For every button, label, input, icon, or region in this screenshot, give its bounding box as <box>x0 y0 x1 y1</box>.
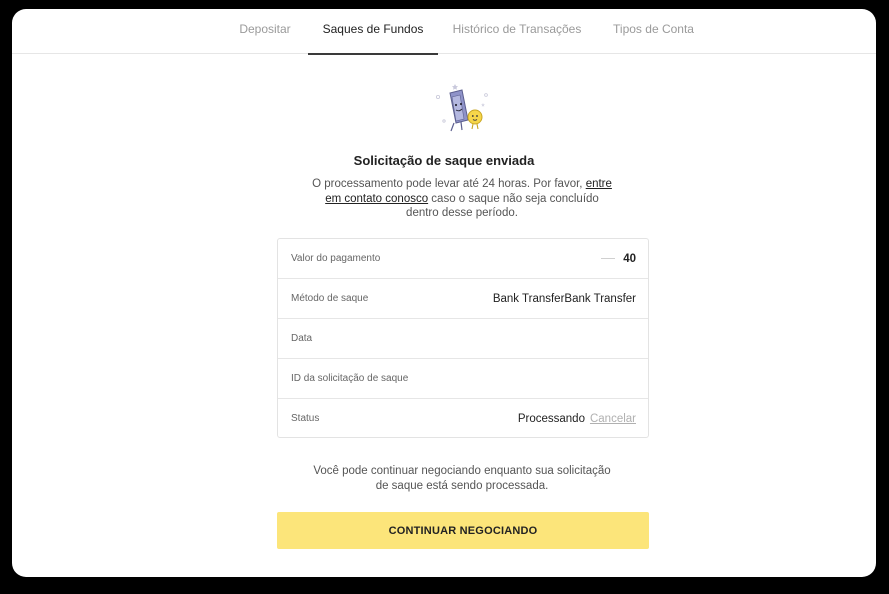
tab-saques-de-fundos[interactable]: Saques de Fundos <box>308 9 438 55</box>
tab-historico-de-transacoes[interactable]: Histórico de Transações <box>449 9 585 54</box>
tab-bar: Depositar Saques de Fundos Histórico de … <box>12 9 876 55</box>
amount-value: 40 <box>601 239 636 279</box>
withdrawal-details-card: Valor do pagamento 40 Método de saque Ba… <box>277 238 649 438</box>
detail-row-amount: Valor do pagamento 40 <box>278 239 648 279</box>
detail-row-date: Data <box>278 319 648 359</box>
status-label: Status <box>291 413 320 424</box>
confirmation-description: O processamento pode levar até 24 horas.… <box>312 177 612 221</box>
tab-depositar[interactable]: Depositar <box>226 9 304 54</box>
method-value: Bank TransferBank Transfer <box>492 293 636 305</box>
withdrawal-panel: Depositar Saques de Fundos Histórico de … <box>12 9 876 577</box>
description-text: O processamento pode levar até 24 horas.… <box>312 178 586 190</box>
banknote-and-coin-icon <box>434 81 494 137</box>
continue-trading-note: Você pode continuar negociando enquanto … <box>313 465 611 492</box>
request-id-label: ID da solicitação de saque <box>291 373 409 384</box>
currency-symbol <box>601 258 616 260</box>
continue-trading-button[interactable]: CONTINUAR NEGOCIANDO <box>277 512 649 549</box>
description-text-end: caso o saque não seja concluído dentro d… <box>406 192 599 220</box>
confirmation-title: Solicitação de saque enviada <box>353 153 535 168</box>
status-text: Processando <box>517 413 585 425</box>
tab-tipos-de-conta[interactable]: Tipos de Conta <box>607 9 700 54</box>
method-label: Método de saque <box>291 293 369 304</box>
date-label: Data <box>291 333 313 344</box>
detail-row-status: Status Processando Cancelar <box>278 399 648 439</box>
cancel-link[interactable]: Cancelar <box>590 413 636 425</box>
detail-row-method: Método de saque Bank TransferBank Transf… <box>278 279 648 319</box>
amount-label: Valor do pagamento <box>291 253 381 264</box>
status-value: Processando Cancelar <box>518 399 636 439</box>
detail-row-request-id: ID da solicitação de saque <box>278 359 648 399</box>
